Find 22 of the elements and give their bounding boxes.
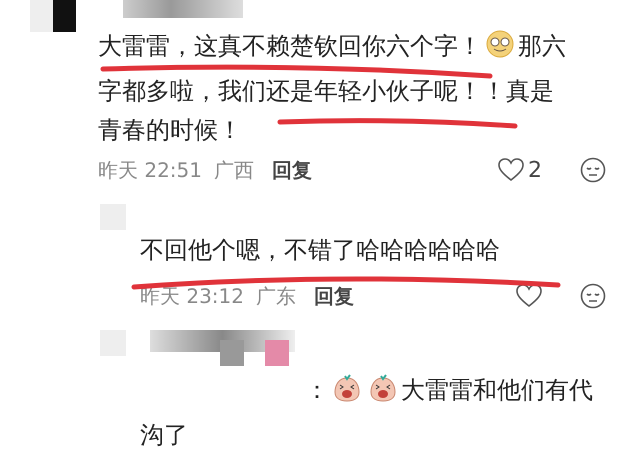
comment-text: 沟了	[140, 421, 188, 449]
smiley-emoji-icon	[486, 30, 514, 58]
comment-region: 广东	[256, 282, 296, 310]
separator-text: ：	[305, 376, 329, 404]
comment-text: 大雷雷，这真不赖楚钦回你六个字！	[98, 32, 482, 60]
reply-link[interactable]: 回复	[314, 282, 354, 310]
blurred-block	[265, 340, 289, 366]
comment-time: 昨天 22:51	[98, 156, 202, 184]
comment-text: 字都多啦，我们还是年轻小伙子呢！！真是	[98, 77, 554, 105]
comment-text: 不回他个嗯，不错了哈哈哈哈哈哈	[140, 236, 500, 264]
comment-region: 广西	[214, 156, 254, 184]
laughing-emoji-icon	[369, 374, 397, 402]
comment-text: 那六	[518, 32, 566, 60]
like-button[interactable]	[516, 284, 542, 308]
reply-link[interactable]: 回复	[272, 156, 312, 184]
blurred-block	[220, 340, 244, 366]
dislike-face-icon[interactable]	[580, 283, 606, 309]
comment-text: 大雷雷和他们有代	[401, 376, 593, 404]
laughing-emoji-icon	[333, 374, 361, 402]
dislike-face-icon[interactable]	[580, 157, 606, 183]
comment-time: 昨天 23:12	[140, 282, 244, 310]
comment-text: 青春的时候！	[98, 116, 242, 144]
